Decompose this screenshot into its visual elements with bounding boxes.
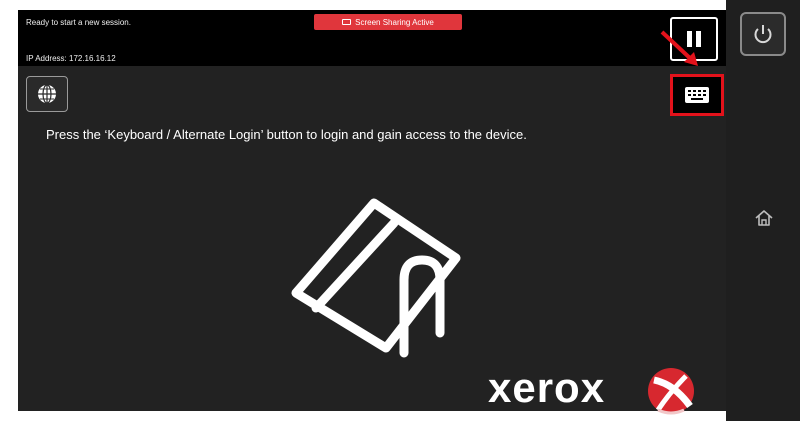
- home-button[interactable]: [746, 200, 782, 236]
- xerox-ball-icon: [648, 368, 694, 415]
- screen-share-icon: [342, 19, 352, 25]
- globe-icon: [38, 84, 56, 104]
- language-button[interactable]: [26, 76, 68, 112]
- power-icon: [754, 25, 772, 44]
- status-text: Ready to start a new session.: [26, 18, 131, 27]
- ip-address-text: IP Address: 172.16.16.12: [26, 54, 116, 63]
- login-instruction: Press the ‘Keyboard / Alternate Login’ b…: [46, 127, 527, 142]
- keyboard-icon: [685, 87, 709, 103]
- side-control-panel: [726, 0, 800, 421]
- keyboard-alternate-login-button[interactable]: [670, 74, 724, 116]
- xerox-logo: xerox: [488, 360, 708, 420]
- device-panel: Ready to start a new session. IP Address…: [0, 0, 800, 421]
- red-arrow-annotation: [660, 30, 698, 66]
- bezel-left: [0, 0, 18, 421]
- status-bar: Ready to start a new session. IP Address…: [18, 10, 726, 66]
- power-button[interactable]: [740, 12, 786, 56]
- card-tap-icon: [291, 198, 461, 358]
- bezel-top: [0, 0, 726, 10]
- screen-sharing-badge: Screen Sharing Active: [314, 14, 462, 30]
- brand-wordmark: xerox: [488, 364, 606, 411]
- screen-sharing-label: Screen Sharing Active: [355, 17, 434, 27]
- touch-screen: Ready to start a new session. IP Address…: [18, 10, 726, 415]
- home-icon: [755, 210, 773, 226]
